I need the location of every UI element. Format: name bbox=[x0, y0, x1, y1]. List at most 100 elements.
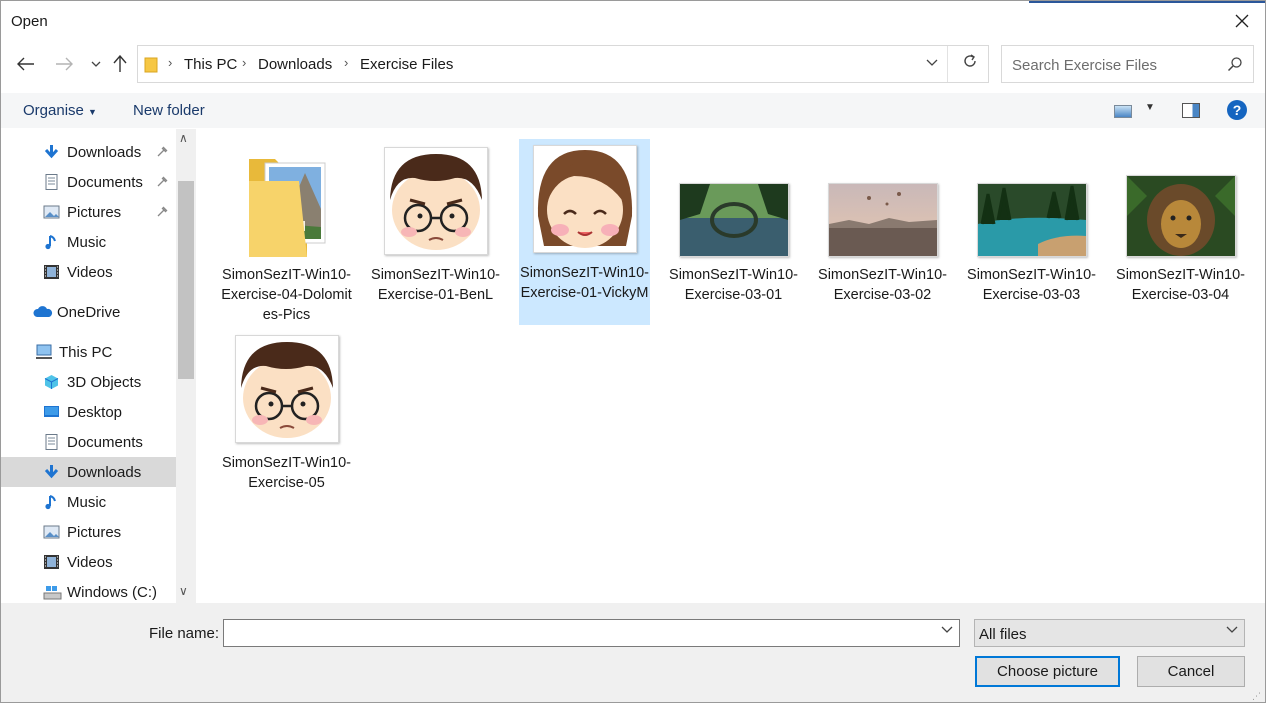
sidebar-item-documents[interactable]: Documents bbox=[1, 427, 176, 457]
forward-button[interactable] bbox=[53, 53, 75, 75]
folder-thumbnail-icon bbox=[247, 151, 327, 264]
nav-scrollbar[interactable]: ∧ ∨ bbox=[176, 129, 196, 603]
address-bar[interactable]: › This PC › Downloads › Exercise Files bbox=[137, 45, 989, 83]
search-icon bbox=[1227, 57, 1242, 72]
desktop-icon bbox=[43, 404, 60, 420]
sidebar-item-pictures[interactable]: Pictures bbox=[1, 197, 176, 227]
pictures-icon bbox=[43, 204, 60, 220]
chevron-down-icon bbox=[926, 59, 938, 66]
sidebar-item-onedrive[interactable]: OneDrive bbox=[1, 297, 176, 327]
chevron-down-icon bbox=[1226, 626, 1238, 633]
sidebar-item-downloads[interactable]: Downloads bbox=[1, 457, 176, 487]
sidebar-item-label: OneDrive bbox=[57, 304, 121, 321]
download-arrow-icon bbox=[43, 464, 60, 480]
up-button[interactable] bbox=[109, 53, 131, 75]
image-thumbnail bbox=[977, 183, 1087, 257]
pin-icon[interactable] bbox=[157, 175, 169, 190]
sidebar-item-pictures[interactable]: Pictures bbox=[1, 517, 176, 547]
image-thumbnail bbox=[1126, 175, 1236, 257]
file-name-input[interactable] bbox=[223, 619, 960, 647]
breadcrumb-chevron-icon[interactable]: › bbox=[344, 55, 348, 70]
help-icon[interactable]: ? bbox=[1227, 100, 1247, 120]
file-name: SimonSezIT-Win10-Exercise-03-03 bbox=[967, 267, 1096, 303]
chevron-down-icon[interactable] bbox=[941, 626, 953, 634]
resize-grip-icon[interactable]: ⋰ bbox=[1252, 691, 1262, 701]
chevron-down-icon bbox=[91, 61, 101, 67]
file-list: SimonSezIT-Win10-Exercise-04-Dolomites-P… bbox=[197, 129, 1265, 603]
file-item[interactable]: SimonSezIT-Win10-Exercise-03-03 bbox=[966, 141, 1097, 327]
file-item[interactable]: SimonSezIT-Win10-Exercise-03-01 bbox=[668, 141, 799, 327]
scroll-thumb[interactable] bbox=[178, 181, 194, 379]
sidebar-item-label: Videos bbox=[67, 554, 113, 571]
refresh-button[interactable] bbox=[962, 53, 978, 74]
close-button[interactable] bbox=[1219, 1, 1265, 41]
file-item[interactable]: SimonSezIT-Win10-Exercise-01-VickyM bbox=[519, 139, 650, 325]
file-name-label: File name: bbox=[149, 625, 220, 642]
file-type-filter[interactable]: All files bbox=[974, 619, 1245, 647]
sidebar-item-music[interactable]: Music bbox=[1, 227, 176, 257]
navigation-row: › This PC › Downloads › Exercise Files S… bbox=[1, 45, 1265, 85]
sidebar-item-3d-objects[interactable]: 3D Objects bbox=[1, 367, 176, 397]
sidebar-item-label: Documents bbox=[67, 174, 143, 191]
back-button[interactable] bbox=[15, 53, 37, 75]
address-history-dropdown[interactable] bbox=[926, 54, 938, 70]
scroll-up-icon[interactable]: ∧ bbox=[179, 131, 188, 145]
sidebar-item-downloads[interactable]: Downloads bbox=[1, 137, 176, 167]
sidebar-item-label: Downloads bbox=[67, 464, 142, 481]
organise-button[interactable]: Organise ▼ bbox=[23, 102, 97, 119]
image-thumbnail bbox=[679, 183, 789, 257]
sidebar-item-music[interactable]: Music bbox=[1, 487, 176, 517]
sidebar-item-documents[interactable]: Documents bbox=[1, 167, 176, 197]
image-thumbnail bbox=[828, 183, 938, 257]
sidebar-item-label: 3D Objects bbox=[67, 374, 142, 391]
download-arrow-icon bbox=[43, 144, 60, 160]
pin-icon[interactable] bbox=[157, 145, 169, 160]
sidebar-item-desktop[interactable]: Desktop bbox=[1, 397, 176, 427]
file-item[interactable]: SimonSezIT-Win10-Exercise-03-02 bbox=[817, 141, 948, 327]
sidebar-item-videos[interactable]: Videos bbox=[1, 257, 176, 287]
pin-icon[interactable] bbox=[157, 205, 169, 220]
recent-locations-button[interactable] bbox=[85, 53, 107, 75]
arrow-right-icon bbox=[56, 57, 73, 71]
sidebar-item-label: Music bbox=[67, 494, 107, 511]
file-name: SimonSezIT-Win10-Exercise-01-VickyM bbox=[520, 265, 649, 301]
sidebar-item-this-pc[interactable]: This PC bbox=[1, 337, 176, 367]
scroll-down-icon[interactable]: ∨ bbox=[179, 584, 188, 598]
choose-picture-button[interactable]: Choose picture bbox=[975, 656, 1120, 687]
dialog-footer: File name: All files Choose picture Canc… bbox=[1, 603, 1265, 702]
breadcrumb-downloads[interactable]: Downloads bbox=[258, 56, 332, 73]
sidebar-item-label: Desktop bbox=[67, 404, 123, 421]
breadcrumb-chevron-icon[interactable]: › bbox=[242, 55, 246, 70]
close-icon bbox=[1235, 14, 1249, 28]
sidebar-item-label: Pictures bbox=[67, 204, 122, 221]
view-options-dropdown[interactable]: ▼ bbox=[1145, 102, 1155, 113]
search-box[interactable]: Search Exercise Files bbox=[1001, 45, 1254, 83]
breadcrumb-this-pc[interactable]: This PC bbox=[184, 56, 237, 73]
refresh-icon bbox=[964, 54, 976, 67]
sidebar-item-label: Downloads bbox=[67, 144, 142, 161]
new-folder-button[interactable]: New folder bbox=[133, 102, 205, 119]
file-item[interactable]: SimonSezIT-Win10-Exercise-03-04 bbox=[1115, 141, 1246, 327]
cancel-button[interactable]: Cancel bbox=[1137, 656, 1245, 687]
arrow-left-icon bbox=[17, 57, 34, 71]
search-input[interactable]: Search Exercise Files bbox=[1012, 57, 1157, 74]
image-thumbnail bbox=[533, 145, 637, 253]
title-bar: Open bbox=[1, 1, 1265, 41]
file-item[interactable]: SimonSezIT-Win10-Exercise-01-BenL bbox=[370, 141, 501, 327]
folder-icon bbox=[144, 57, 158, 73]
sidebar-item-windows-c[interactable]: Windows (C:) bbox=[1, 577, 176, 603]
breadcrumb-chevron-icon[interactable]: › bbox=[168, 55, 172, 70]
sidebar-item-videos[interactable]: Videos bbox=[1, 547, 176, 577]
preview-pane-icon[interactable] bbox=[1182, 103, 1200, 118]
breadcrumb-exercise-files[interactable]: Exercise Files bbox=[360, 56, 453, 73]
file-name: SimonSezIT-Win10-Exercise-03-04 bbox=[1116, 267, 1245, 303]
folder-item[interactable]: SimonSezIT-Win10-Exercise-04-Dolomites-P… bbox=[221, 141, 352, 327]
change-view-icon[interactable] bbox=[1114, 105, 1132, 118]
music-note-icon bbox=[43, 494, 60, 510]
organise-label: Organise bbox=[23, 102, 84, 119]
file-item[interactable]: SimonSezIT-Win10-Exercise-05 bbox=[221, 329, 352, 515]
file-name: SimonSezIT-Win10-Exercise-05 bbox=[222, 455, 351, 491]
pictures-icon bbox=[43, 524, 60, 540]
file-name: SimonSezIT-Win10-Exercise-04-Dolomites-P… bbox=[221, 267, 352, 323]
image-thumbnail bbox=[384, 147, 488, 255]
